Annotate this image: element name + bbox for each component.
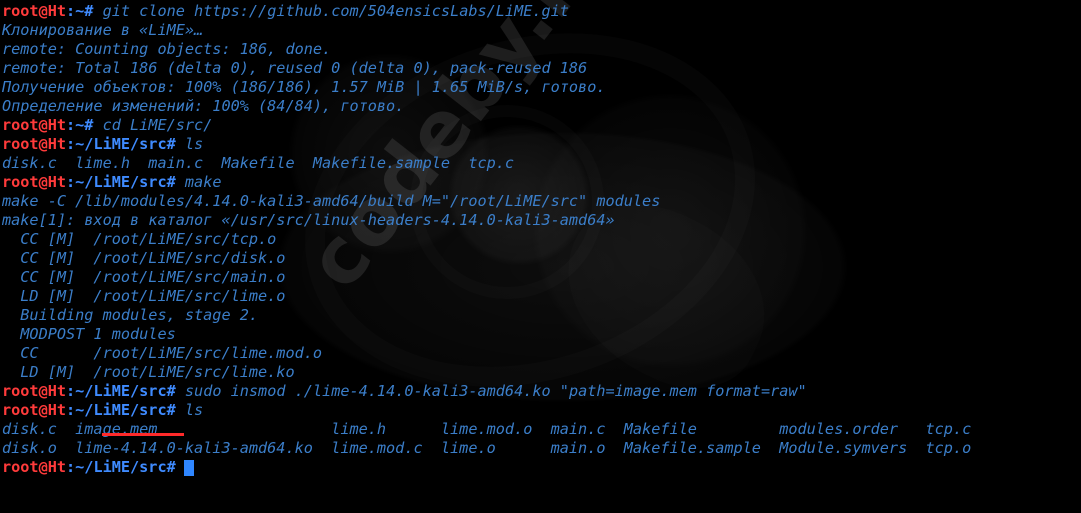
terminal-line: root@Ht:~/LiME/src# ls <box>0 401 1081 420</box>
prompt-user: root@Ht <box>2 135 67 153</box>
terminal-line: CC [M] /root/LiME/src/tcp.o <box>0 230 1081 249</box>
terminal-line: Определение изменений: 100% (84/84), гот… <box>0 97 1081 116</box>
output-text: CC /root/LiME/src/lime.mod.o <box>2 344 323 362</box>
output-text: Определение изменений: 100% (84/84), гот… <box>2 97 405 115</box>
prompt-user: root@Ht <box>2 401 67 419</box>
terminal-line: root@Ht:~/LiME/src# <box>0 458 1081 477</box>
output-text: remote: Counting objects: 186, done. <box>2 40 332 58</box>
prompt-path: :~# <box>66 2 94 20</box>
command-text: ls <box>184 135 204 153</box>
output-text: Building modules, stage 2. <box>2 306 259 324</box>
output-text: disk.o lime-4.14.0-kali3-amd64.ko lime.m… <box>2 439 972 457</box>
terminal-line: CC /root/LiME/src/lime.mod.o <box>0 344 1081 363</box>
terminal-line: make -C /lib/modules/4.14.0-kali3-amd64/… <box>0 192 1081 211</box>
terminal-line: Получение объектов: 100% (186/186), 1.57… <box>0 78 1081 97</box>
terminal-line: root@Ht:~/LiME/src# ls <box>0 135 1081 154</box>
command-text: ls <box>184 401 204 419</box>
output-text: make -C /lib/modules/4.14.0-kali3-amd64/… <box>2 192 661 210</box>
terminal-line: LD [M] /root/LiME/src/lime.ko <box>0 363 1081 382</box>
output-text: LD [M] /root/LiME/src/lime.ko <box>2 363 295 381</box>
terminal-window[interactable]: codeby.net root@Ht:~# git clone https://… <box>0 0 1081 513</box>
terminal-line: remote: Total 186 (delta 0), reused 0 (d… <box>0 59 1081 78</box>
terminal-line: Building modules, stage 2. <box>0 306 1081 325</box>
terminal-line: remote: Counting objects: 186, done. <box>0 40 1081 59</box>
command-text: make <box>184 173 222 191</box>
terminal-lines: root@Ht:~# git clone https://github.com/… <box>0 0 1081 477</box>
output-text: disk.c lime.h main.c Makefile Makefile.s… <box>2 154 515 172</box>
terminal-line: make[1]: вход в каталог «/usr/src/linux-… <box>0 211 1081 230</box>
output-text: CC [M] /root/LiME/src/main.o <box>2 268 286 286</box>
terminal-line: CC [M] /root/LiME/src/disk.o <box>0 249 1081 268</box>
prompt-path: :~/LiME/src# <box>66 458 176 476</box>
command-text: git clone https://github.com/504ensicsLa… <box>102 2 569 20</box>
terminal-line: root@Ht:~/LiME/src# make <box>0 173 1081 192</box>
output-text: make[1]: вход в каталог «/usr/src/linux-… <box>2 211 615 229</box>
prompt-path: :~/LiME/src# <box>66 173 176 191</box>
terminal-cursor[interactable] <box>183 459 194 476</box>
prompt-path: :~/LiME/src# <box>66 135 176 153</box>
prompt-user: root@Ht <box>2 173 67 191</box>
prompt-user: root@Ht <box>2 116 67 134</box>
command-text: sudo insmod ./lime-4.14.0-kali3-amd64.ko… <box>184 382 807 400</box>
prompt-path: :~/LiME/src# <box>66 382 176 400</box>
terminal-line: Клонирование в «LiME»… <box>0 21 1081 40</box>
prompt-user: root@Ht <box>2 458 67 476</box>
output-text: Получение объектов: 100% (186/186), 1.57… <box>2 78 606 96</box>
terminal-line: LD [M] /root/LiME/src/lime.o <box>0 287 1081 306</box>
output-text: MODPOST 1 modules <box>2 325 176 343</box>
terminal-line: root@Ht:~# git clone https://github.com/… <box>0 2 1081 21</box>
output-text: CC [M] /root/LiME/src/disk.o <box>2 249 286 267</box>
image-mem-underline <box>102 433 184 436</box>
terminal-line: disk.c lime.h main.c Makefile Makefile.s… <box>0 154 1081 173</box>
terminal-line: CC [M] /root/LiME/src/main.o <box>0 268 1081 287</box>
output-text: CC [M] /root/LiME/src/tcp.o <box>2 230 277 248</box>
command-text: cd LiME/src/ <box>102 116 213 134</box>
output-text: Клонирование в «LiME»… <box>2 21 204 39</box>
terminal-line: disk.c image.mem lime.h lime.mod.o main.… <box>0 420 1081 439</box>
terminal-line: disk.o lime-4.14.0-kali3-amd64.ko lime.m… <box>0 439 1081 458</box>
prompt-user: root@Ht <box>2 2 67 20</box>
prompt-path: :~/LiME/src# <box>66 401 176 419</box>
terminal-line: root@Ht:~# cd LiME/src/ <box>0 116 1081 135</box>
output-text: remote: Total 186 (delta 0), reused 0 (d… <box>2 59 588 77</box>
prompt-user: root@Ht <box>2 382 67 400</box>
terminal-line: root@Ht:~/LiME/src# sudo insmod ./lime-4… <box>0 382 1081 401</box>
output-text: LD [M] /root/LiME/src/lime.o <box>2 287 286 305</box>
terminal-line: MODPOST 1 modules <box>0 325 1081 344</box>
prompt-path: :~# <box>66 116 94 134</box>
